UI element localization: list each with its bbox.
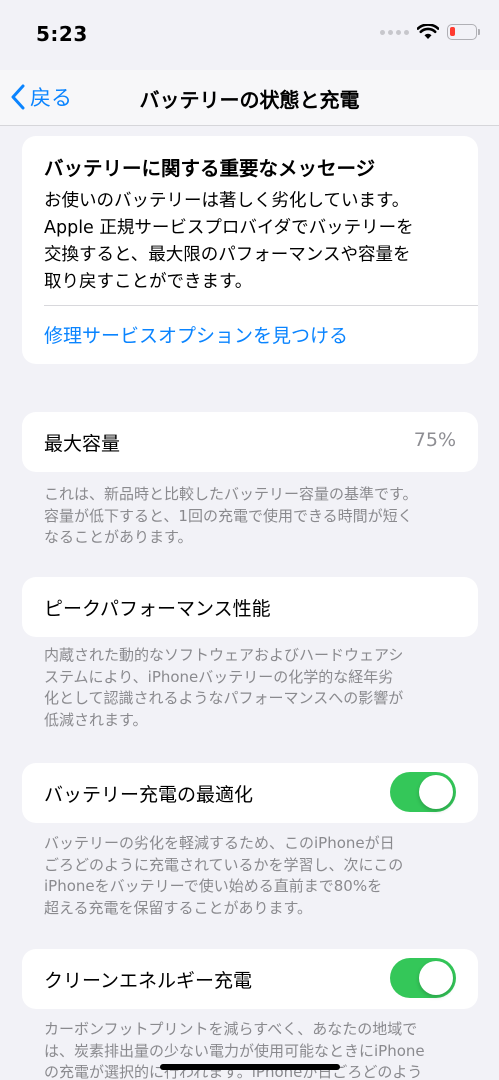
max-capacity-label: 最大容量 xyxy=(44,433,121,455)
footnote-line: ごろどのように充電されているかを学習し、次にこの xyxy=(44,855,404,874)
clean-energy-row: クリーンエネルギー充電 xyxy=(22,949,478,1009)
footnote-line: 化として認識されるようなパフォーマンスへの影響が xyxy=(44,689,404,707)
footnote-line: iPhoneをバッテリーで使い始める直前まで80%を xyxy=(44,877,383,895)
clean-energy-toggle[interactable] xyxy=(390,958,456,998)
navigation-bar: 戻る バッテリーの状態と充電 xyxy=(0,70,499,126)
message-body-line: Apple 正規サービスプロバイダでバッテリーを xyxy=(44,218,414,238)
footnote-line: バッテリーの劣化を軽減するため、このiPhoneが日 xyxy=(44,834,395,852)
message-body-line: 取り戻すことができます。 xyxy=(44,272,253,292)
battery-low-icon xyxy=(447,24,480,40)
status-indicators xyxy=(380,24,480,40)
footnote-line: 超える充電を保留することがあります。 xyxy=(44,898,313,917)
footnote-line: 内蔵された動的なソフトウェアおよびハードウェアシ xyxy=(44,646,404,664)
clean-energy-footnote: カーボンフットプリントを減らすべく、あなたの地域で は、炭素排出量の少ない電力が… xyxy=(44,1019,464,1080)
wifi-icon xyxy=(417,24,439,39)
footnote-line: は、炭素排出量の少ない電力が使用可能なときにiPhone xyxy=(44,1041,425,1060)
page-title: バッテリーの状態と充電 xyxy=(139,88,360,112)
optimized-charging-label: バッテリー充電の最適化 xyxy=(44,784,254,806)
footnote-line: なることがあります。 xyxy=(44,528,193,546)
cellular-signal-icon xyxy=(380,29,409,35)
footnote-line: 容量が低下すると、1回の充電で使用できる時間が短く xyxy=(44,506,413,525)
divider xyxy=(44,305,478,306)
optimized-charging-footnote: バッテリーの劣化を軽減するため、このiPhoneが日 ごろどのように充電されてい… xyxy=(44,833,464,919)
max-capacity-value: 75% xyxy=(413,429,456,451)
footnote-line: ステムにより、iPhoneバッテリーの化学的な経年劣 xyxy=(44,667,394,686)
battery-message-card: バッテリーに関する重要なメッセージ お使いのバッテリーは著しく劣化しています。 … xyxy=(22,136,478,364)
optimized-charging-toggle[interactable] xyxy=(390,772,456,812)
home-indicator[interactable] xyxy=(160,1064,340,1070)
max-capacity-row: 最大容量 75% xyxy=(22,412,478,472)
footnote-line: 低減されます。 xyxy=(44,710,148,729)
message-body-line: 交換すると、最大限のパフォーマンスや容量を xyxy=(44,245,411,265)
optimized-charging-row: バッテリー充電の最適化 xyxy=(22,763,478,823)
toggle-knob xyxy=(419,961,453,995)
status-time: 5:23 xyxy=(36,22,88,46)
toggle-knob xyxy=(419,775,453,809)
footnote-line: これは、新品時と比較したバッテリー容量の基準です。 xyxy=(44,485,418,503)
clean-energy-label: クリーンエネルギー充電 xyxy=(44,970,253,992)
footnote-line: カーボンフットプリントを減らすべく、あなたの地域で xyxy=(44,1020,418,1038)
peak-performance-row: ピークパフォーマンス性能 xyxy=(22,577,478,637)
peak-performance-footnote: 内蔵された動的なソフトウェアおよびハードウェアシ ステムにより、iPhoneバッ… xyxy=(44,645,464,731)
max-capacity-footnote: これは、新品時と比較したバッテリー容量の基準です。 容量が低下すると、1回の充電… xyxy=(44,484,464,549)
message-body: お使いのバッテリーは著しく劣化しています。 Apple 正規サービスプロバイダで… xyxy=(44,188,464,296)
message-body-line: お使いのバッテリーは著しく劣化しています。 xyxy=(44,191,410,211)
message-title: バッテリーに関する重要なメッセージ xyxy=(44,157,376,180)
peak-performance-label: ピークパフォーマンス性能 xyxy=(44,598,271,620)
status-bar: 5:23 xyxy=(0,0,499,70)
find-service-options-link[interactable]: 修理サービスオプションを見つける xyxy=(44,321,348,348)
